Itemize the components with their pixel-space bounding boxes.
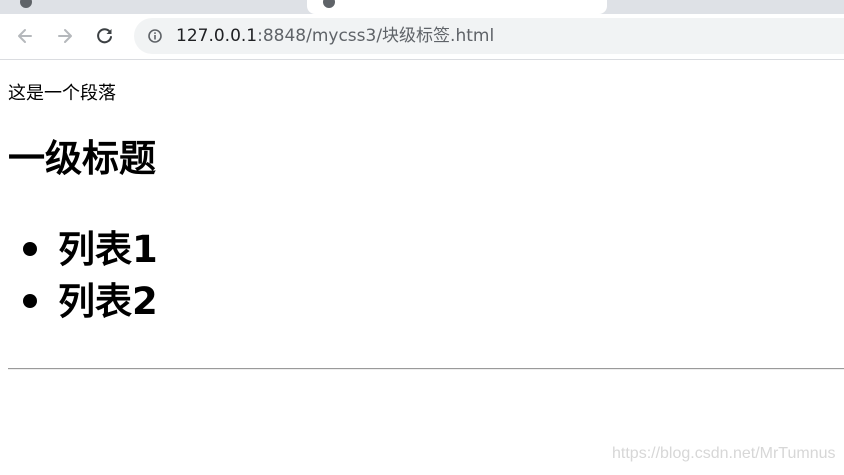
address-bar[interactable]: 127.0.0.1:8848/mycss3/块级标签.html [134, 18, 844, 54]
bullet-icon [23, 242, 37, 256]
reload-icon [97, 28, 112, 44]
forward-button[interactable] [51, 22, 79, 50]
back-button[interactable] [11, 22, 39, 50]
forward-arrow-icon [58, 29, 72, 43]
tab-previous[interactable] [0, 0, 306, 14]
bullet-icon [23, 294, 37, 308]
browser-window: 127.0.0.1:8848/mycss3/块级标签.html 这是一个段落 一… [0, 0, 844, 475]
list-item-label: 列表2 [58, 280, 158, 323]
page-content: 这是一个段落 一级标题 列表1 列表2 https://blog.csdn.ne… [0, 60, 844, 475]
info-icon[interactable] [148, 29, 162, 43]
page-heading: 一级标题 [8, 137, 156, 180]
reload-button[interactable] [91, 22, 119, 50]
browser-toolbar: 127.0.0.1:8848/mycss3/块级标签.html [0, 14, 844, 60]
url-host: 127.0.0.1 [176, 26, 258, 46]
url-path: :8848/mycss3/块级标签.html [257, 26, 495, 46]
tab-favicon-icon [323, 0, 335, 8]
list-item-label: 列表1 [58, 228, 158, 271]
watermark: https://blog.csdn.net/MrTumnus [612, 445, 836, 462]
tab-active[interactable] [307, 0, 607, 14]
back-arrow-icon [18, 29, 32, 43]
tab-strip [0, 0, 844, 14]
horizontal-rule [8, 368, 844, 370]
url-text[interactable]: 127.0.0.1:8848/mycss3/块级标签.html [176, 26, 494, 46]
paragraph: 这是一个段落 [8, 83, 116, 104]
tab-next[interactable] [608, 0, 844, 14]
tab-favicon-icon [20, 0, 32, 8]
